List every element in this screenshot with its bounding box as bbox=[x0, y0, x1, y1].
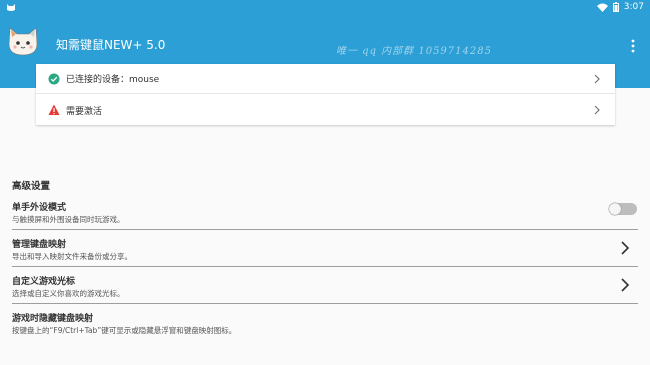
chevron-right-icon bbox=[594, 74, 600, 84]
connected-device-label: 已连接的设备：mouse bbox=[66, 75, 160, 85]
connected-device-row[interactable]: 已连接的设备：mouse bbox=[36, 64, 615, 94]
status-icons: 3:07 bbox=[596, 2, 644, 12]
one-hand-mode-toggle[interactable] bbox=[608, 202, 638, 216]
check-circle-icon bbox=[48, 73, 60, 84]
setting-title: 管理键盘映射 bbox=[12, 240, 67, 250]
watermark-text: 唯一 qq 内部群 1059714285 bbox=[336, 46, 492, 57]
cat-logo-icon bbox=[8, 27, 38, 56]
setting-title: 游戏时隐藏键盘映射 bbox=[12, 314, 94, 324]
app-title: 知需键鼠NEW+ 5.0 bbox=[56, 38, 166, 52]
activation-label: 需要激活 bbox=[66, 106, 103, 117]
status-time: 3:07 bbox=[623, 2, 644, 12]
activation-row[interactable]: 需要激活 bbox=[36, 95, 615, 125]
setting-title: 自定义游戏光标 bbox=[12, 277, 76, 287]
warning-icon bbox=[48, 104, 60, 115]
more-vert-icon[interactable] bbox=[626, 38, 640, 54]
app-notification-icon bbox=[7, 4, 15, 11]
custom-cursor-setting[interactable]: 自定义游戏光标 选择或自定义你喜欢的游戏光标。 bbox=[12, 268, 638, 304]
hide-keymap-setting[interactable]: 游戏时隐藏键盘映射 按键盘上的“F9/Ctrl+Tab”键可显示或隐藏悬浮窗和键… bbox=[12, 305, 638, 341]
chevron-right-icon bbox=[621, 278, 630, 292]
one-hand-mode-setting[interactable]: 单手外设模式 与触摸屏和外围设备同时玩游戏。 bbox=[12, 194, 638, 230]
chevron-right-icon bbox=[594, 105, 600, 115]
setting-subtitle: 导出和导入映射文件来备份或分享。 bbox=[12, 252, 132, 261]
setting-subtitle: 按键盘上的“F9/Ctrl+Tab”键可显示或隐藏悬浮窗和键盘映射图标。 bbox=[12, 326, 237, 335]
battery-icon bbox=[612, 2, 619, 12]
setting-title: 单手外设模式 bbox=[12, 203, 67, 213]
setting-subtitle: 选择或自定义你喜欢的游戏光标。 bbox=[12, 289, 125, 298]
device-status-card: 已连接的设备：mouse 需要激活 bbox=[36, 64, 615, 125]
status-bar: 3:07 bbox=[0, 0, 650, 16]
chevron-right-icon bbox=[621, 241, 630, 255]
setting-subtitle: 与触摸屏和外围设备同时玩游戏。 bbox=[12, 215, 125, 224]
wifi-icon bbox=[596, 3, 608, 12]
manage-keymap-setting[interactable]: 管理键盘映射 导出和导入映射文件来备份或分享。 bbox=[12, 231, 638, 267]
advanced-settings-heading: 高级设置 bbox=[12, 181, 51, 192]
